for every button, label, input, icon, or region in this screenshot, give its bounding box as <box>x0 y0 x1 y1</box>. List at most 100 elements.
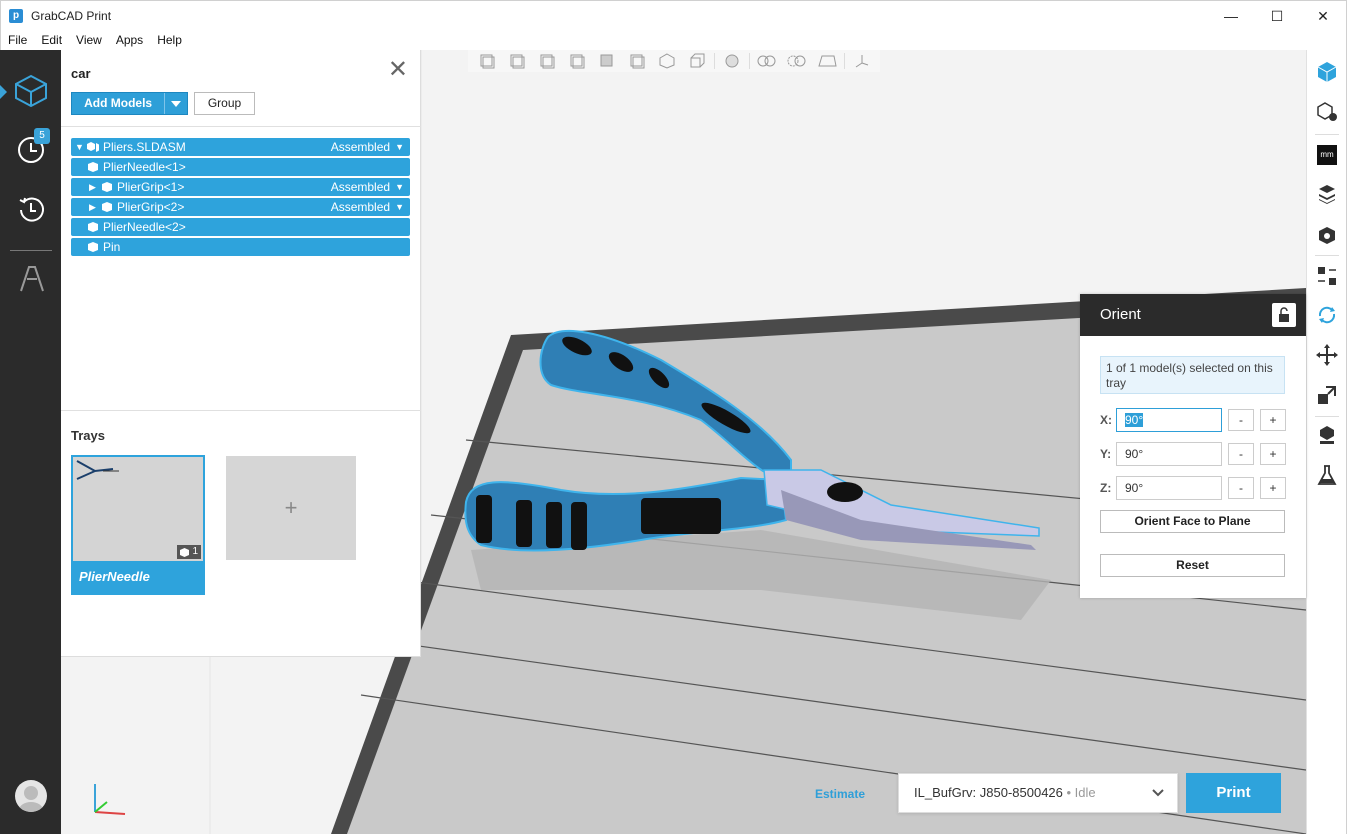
history-clock-icon[interactable] <box>12 190 50 228</box>
model-cube-icon[interactable] <box>1315 60 1339 84</box>
add-models-split-button: Add Models <box>71 92 188 115</box>
tree-label: Pliers.SLDASM <box>103 140 186 154</box>
show-tray-icon[interactable] <box>814 52 840 70</box>
tree-row-subassembly[interactable]: ▶ PlierGrip<2> Assembled ▼ <box>71 198 410 216</box>
menu-edit[interactable]: Edit <box>34 33 69 47</box>
z-rotation-input[interactable]: 90° <box>1116 476 1222 500</box>
view-top-icon[interactable] <box>594 52 620 70</box>
z-rotation-row: Z: 90° - + <box>1100 476 1290 500</box>
z-label: Z: <box>1100 481 1112 495</box>
tray-card[interactable]: 1 PlierNeedle <box>71 455 205 595</box>
assembly-cube-icon <box>87 141 99 153</box>
shaded-sphere-icon[interactable] <box>719 52 745 70</box>
window-title: GrabCAD Print <box>31 8 112 23</box>
collapse-caret-icon[interactable]: ▶ <box>89 178 99 196</box>
menu-help[interactable]: Help <box>150 33 189 47</box>
layers-settings-icon[interactable] <box>1315 182 1339 206</box>
axis-triad <box>94 784 126 815</box>
tree-label: PlierNeedle<2> <box>103 220 186 234</box>
y-increment-button[interactable]: + <box>1260 443 1286 465</box>
divider <box>61 410 421 411</box>
reset-button[interactable]: Reset <box>1100 554 1285 577</box>
x-increment-button[interactable]: + <box>1260 409 1286 431</box>
collapse-caret-icon[interactable]: ▶ <box>89 198 99 216</box>
status-dropdown-icon[interactable]: ▼ <box>395 178 404 196</box>
model-tree: ▼ Pliers.SLDASM Assembled ▼ PlierNeedle<1… <box>71 138 410 258</box>
close-panel-button[interactable]: ✕ <box>388 58 408 82</box>
menu-file[interactable]: File <box>1 33 34 47</box>
view-toolbar <box>468 50 880 72</box>
tree-row-part[interactable]: Pin <box>71 238 410 256</box>
view-front-icon[interactable] <box>474 52 500 70</box>
printer-name: IL_BufGrv: J850-8500426 <box>914 785 1063 800</box>
material-flask-icon[interactable] <box>1315 463 1339 487</box>
units-mm-icon[interactable]: mm <box>1315 143 1339 167</box>
tree-label: PlierNeedle<1> <box>103 160 186 174</box>
part-cube-icon <box>87 221 99 233</box>
z-increment-button[interactable]: + <box>1260 477 1286 499</box>
tray-thumbnail: 1 <box>73 457 203 561</box>
menu-view[interactable]: View <box>69 33 109 47</box>
estimate-link[interactable]: Estimate <box>815 787 865 801</box>
show-support-icon[interactable] <box>784 52 810 70</box>
x-rotation-input[interactable]: 90° <box>1116 408 1222 432</box>
model-settings-icon[interactable] <box>1315 223 1339 247</box>
part-cube-icon <box>87 161 99 173</box>
view-left-icon[interactable] <box>534 52 560 70</box>
orient-face-to-plane-button[interactable]: Orient Face to Plane <box>1100 510 1285 533</box>
status-dropdown-icon[interactable]: ▼ <box>395 138 404 156</box>
arrange-icon[interactable] <box>1315 264 1339 288</box>
cube-icon <box>180 547 190 557</box>
printer-status: Idle <box>1074 785 1096 800</box>
user-avatar[interactable] <box>15 780 47 812</box>
view-perspective-icon[interactable] <box>684 52 710 70</box>
x-decrement-button[interactable]: - <box>1228 409 1254 431</box>
tree-row-part[interactable]: PlierNeedle<2> <box>71 218 410 236</box>
y-rotation-input[interactable]: 90° <box>1116 442 1222 466</box>
project-title: car <box>71 66 91 81</box>
group-button[interactable]: Group <box>194 92 255 115</box>
title-bar: p GrabCAD Print — ☐ ✕ <box>0 0 1347 30</box>
model-view-icon[interactable] <box>12 72 50 110</box>
tree-label: PlierGrip<1> <box>117 180 185 194</box>
close-window-button[interactable]: ✕ <box>1300 1 1346 31</box>
tray-model-count: 1 <box>177 545 201 559</box>
tree-row-subassembly[interactable]: ▶ PlierGrip<1> Assembled ▼ <box>71 178 410 196</box>
minimize-button[interactable]: — <box>1208 1 1254 31</box>
model-check-icon[interactable] <box>1315 100 1339 124</box>
view-back-icon[interactable] <box>504 52 530 70</box>
print-button[interactable]: Print <box>1186 773 1281 813</box>
chevron-down-icon <box>1152 789 1164 797</box>
orient-panel: Orient 1 of 1 model(s) selected on this … <box>1080 294 1306 598</box>
support-icon[interactable] <box>1315 423 1339 447</box>
menu-apps[interactable]: Apps <box>109 33 150 47</box>
scale-icon[interactable] <box>1315 383 1339 407</box>
y-decrement-button[interactable]: - <box>1228 443 1254 465</box>
show-models-icon[interactable] <box>754 52 780 70</box>
right-rail: mm <box>1306 50 1347 834</box>
orient-icon[interactable] <box>1315 303 1339 327</box>
measure-icon[interactable] <box>849 52 875 70</box>
view-right-icon[interactable] <box>564 52 590 70</box>
move-icon[interactable] <box>1315 343 1339 367</box>
app-logo-icon: p <box>9 8 23 23</box>
active-indicator <box>0 85 7 99</box>
z-decrement-button[interactable]: - <box>1228 477 1254 499</box>
part-cube-icon <box>87 241 99 253</box>
view-iso-icon[interactable] <box>654 52 680 70</box>
view-bottom-icon[interactable] <box>624 52 650 70</box>
tree-row-assembly[interactable]: ▼ Pliers.SLDASM Assembled ▼ <box>71 138 410 156</box>
tray-name: PlierNeedle <box>79 569 150 584</box>
queue-clock-icon[interactable]: 5 <box>12 128 50 168</box>
printer-select[interactable]: IL_BufGrv: J850-8500426 • Idle <box>898 773 1178 813</box>
printer-analytics-icon[interactable] <box>12 258 50 296</box>
status-dropdown-icon[interactable]: ▼ <box>395 198 404 216</box>
add-tray-button[interactable]: + <box>226 456 356 560</box>
expand-caret-icon[interactable]: ▼ <box>75 138 85 156</box>
tree-row-part[interactable]: PlierNeedle<1> <box>71 158 410 176</box>
y-rotation-row: Y: 90° - + <box>1100 442 1290 466</box>
maximize-button[interactable]: ☐ <box>1254 1 1300 31</box>
add-models-button[interactable]: Add Models <box>72 93 166 114</box>
lock-icon[interactable] <box>1272 303 1296 327</box>
add-models-dropdown[interactable] <box>165 93 187 114</box>
